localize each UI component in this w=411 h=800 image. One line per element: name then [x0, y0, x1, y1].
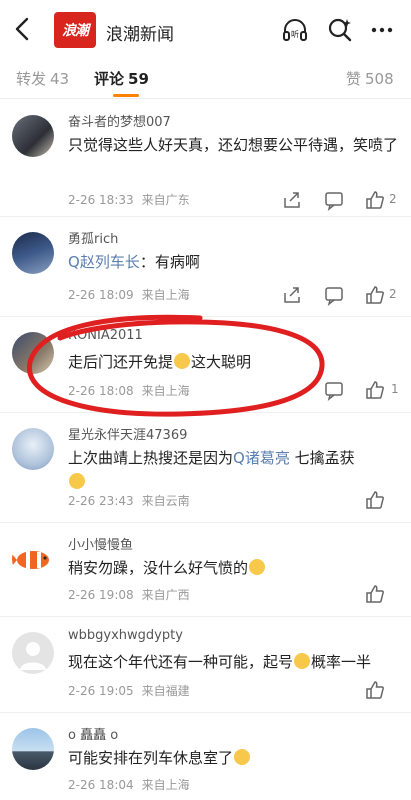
comment-item: 小小慢慢鱼 稍安勿躁，没什么好气愤的 2-26 19:08 来自广西 — [0, 522, 411, 617]
comment-location: 来自福建 — [141, 684, 190, 698]
surprised-emoji-icon — [294, 653, 311, 669]
comment-meta: 2-26 18:09 来自上海 — [68, 286, 190, 303]
comment-item: RONIA2011 走后门还开免提 这大聪明 2-26 18:08 来自上海 1 — [0, 316, 411, 413]
comment-item: o 矗矗 o 可能安排在列车休息室了 2-26 18:04 来自上海 — [0, 712, 411, 800]
comment-meta: 2-26 23:43 来自云南 — [68, 492, 190, 509]
avatar[interactable] — [12, 332, 54, 374]
comment-meta: 2-26 19:08 来自广西 — [68, 586, 190, 603]
like-count: 1 — [391, 382, 399, 396]
comment-text: 只觉得这些人好天真，还幻想要公平待遇，笑喷了 — [68, 136, 399, 154]
like-thumb-icon[interactable] — [364, 189, 386, 211]
comment-item: 勇孤rich Q赵列车长：有病啊 2-26 18:09 来自上海 2 — [0, 216, 411, 317]
back-arrow-icon[interactable] — [10, 16, 34, 42]
comment-meta: 2-26 18:33 来自广东 — [68, 191, 190, 208]
comment-text: Q赵列车长：有病啊 — [68, 253, 200, 271]
comment-text: 稍安勿躁，没什么好气愤的 — [68, 556, 398, 580]
like-thumb-icon[interactable] — [364, 379, 386, 401]
tab-comments[interactable]: 评论 59 — [94, 68, 149, 89]
avatar[interactable] — [12, 115, 54, 157]
laughing-emoji-icon — [174, 353, 191, 369]
comment-meta: 2-26 19:05 来自福建 — [68, 682, 190, 699]
comment-meta: 2-26 18:04 来自上海 — [68, 776, 190, 793]
default-avatar-icon — [20, 642, 46, 670]
comment-username[interactable]: RONIA2011 — [68, 328, 143, 343]
avatar[interactable] — [12, 428, 54, 470]
grin-emoji-icon — [249, 559, 266, 575]
comment-item: 奋斗者的梦想007 只觉得这些人好天真，还幻想要公平待遇，笑喷了 2-26 18… — [0, 99, 411, 217]
like-thumb-icon[interactable] — [364, 679, 386, 701]
tab-reposts[interactable]: 转发 43 — [16, 68, 69, 89]
avatar[interactable] — [12, 232, 54, 274]
comment-text: 现在这个年代还有一种可能，起号 概率一半 — [68, 653, 372, 671]
comment-username[interactable]: 小小慢慢鱼 — [68, 534, 133, 553]
comment-item: 星光永伴天涯47369 上次曲靖上热搜还是因为Q诸葛亮 七擒孟获 2-26 23… — [0, 412, 411, 523]
mention-link[interactable]: Q赵列车长 — [68, 253, 140, 271]
comment-time: 2-26 19:05 — [68, 684, 134, 698]
comment-username[interactable]: 星光永伴天涯47369 — [68, 424, 187, 443]
comment-location: 来自上海 — [141, 288, 190, 302]
comment-time: 2-26 19:08 — [68, 588, 134, 602]
active-tab-indicator — [113, 94, 139, 97]
like-count: 2 — [389, 287, 397, 301]
share-icon[interactable] — [281, 284, 303, 306]
comment-location: 来自广西 — [141, 588, 190, 602]
share-icon[interactable] — [281, 189, 303, 211]
like-thumb-icon[interactable] — [364, 583, 386, 605]
comment-reply-icon[interactable] — [323, 189, 345, 211]
thinking-emoji-icon — [234, 749, 251, 765]
comment-time: 2-26 18:33 — [68, 193, 134, 207]
search-icon[interactable] — [325, 15, 355, 45]
comment-location: 来自广东 — [141, 193, 190, 207]
comment-location: 来自上海 — [141, 778, 190, 792]
clownfish-avatar-icon — [12, 551, 49, 569]
comment-username[interactable]: wbbgyxhwgdypty — [68, 628, 183, 643]
more-options-icon[interactable] — [367, 15, 397, 45]
svg-text:听: 听 — [291, 30, 299, 39]
like-thumb-icon[interactable] — [364, 284, 386, 306]
comment-time: 2-26 18:04 — [68, 778, 134, 792]
comment-time: 2-26 23:43 — [68, 494, 134, 508]
listen-headphones-icon[interactable]: 听 — [280, 15, 310, 45]
comment-text: 上次曲靖上热搜还是因为Q诸葛亮 七擒孟获 — [68, 446, 398, 494]
like-count: 2 — [389, 192, 397, 206]
comment-item: wbbgyxhwgdypty 现在这个年代还有一种可能，起号 概率一半 2-26 … — [0, 616, 411, 713]
comment-text: 走后门还开免提 这大聪明 — [68, 353, 252, 371]
comment-location: 来自上海 — [141, 384, 190, 398]
comment-username[interactable]: 勇孤rich — [68, 228, 118, 247]
comment-username[interactable]: o 矗矗 o — [68, 724, 118, 743]
avatar[interactable] — [12, 728, 54, 770]
smirk-emoji-icon — [69, 473, 85, 489]
comment-time: 2-26 18:09 — [68, 288, 134, 302]
comment-text: 可能安排在列车休息室了 — [68, 746, 398, 770]
tab-likes[interactable]: 赞 508 — [346, 68, 394, 89]
comment-meta: 2-26 18:08 来自上海 — [68, 382, 190, 399]
app-title[interactable]: 浪潮新闻 — [106, 20, 174, 45]
comment-location: 来自云南 — [141, 494, 190, 508]
avatar[interactable] — [12, 538, 54, 580]
avatar[interactable] — [12, 632, 54, 674]
comment-reply-icon[interactable] — [323, 379, 345, 401]
comment-username[interactable]: 奋斗者的梦想007 — [68, 111, 171, 130]
mention-link[interactable]: Q诸葛亮 — [233, 449, 290, 467]
top-bar: 浪潮 浪潮新闻 听 — [0, 0, 411, 58]
tab-bar: 转发 43 评论 59 赞 508 — [0, 58, 411, 99]
like-thumb-icon[interactable] — [364, 489, 386, 511]
comment-time: 2-26 18:08 — [68, 384, 134, 398]
app-logo[interactable]: 浪潮 — [54, 12, 96, 48]
comment-reply-icon[interactable] — [323, 284, 345, 306]
